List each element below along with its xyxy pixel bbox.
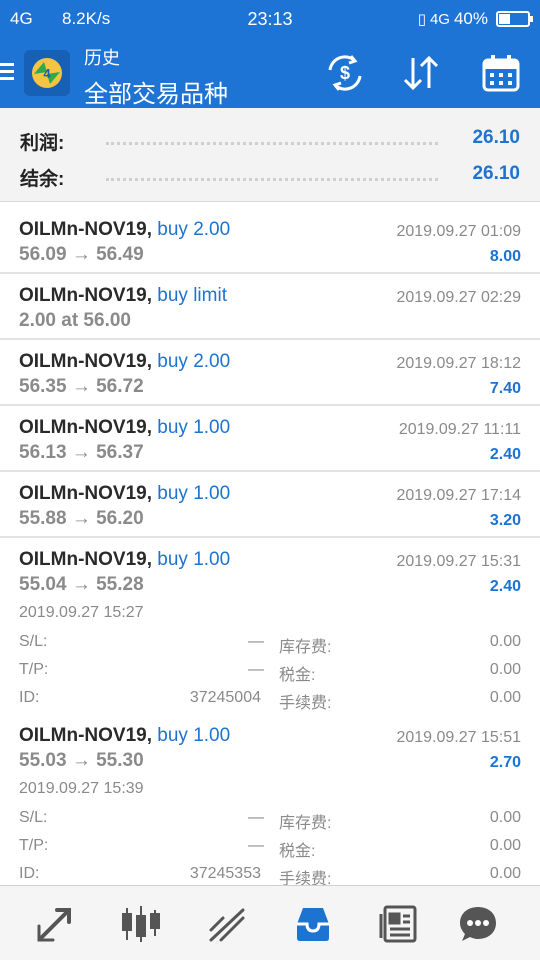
deal-symbol: OILMn-NOV19, [19, 417, 153, 438]
tax-value: 0.00 [489, 837, 521, 854]
deal-prices: 55.03 → 55.30 [19, 750, 144, 771]
svg-text:$: $ [340, 63, 350, 83]
sl-value: — [248, 633, 264, 650]
deal-type: buy 2.00 [157, 219, 231, 240]
deal-prices: 55.88 → 56.20 [19, 508, 144, 529]
fee-value: 0.00 [489, 689, 521, 706]
swap-value: 0.00 [489, 809, 521, 826]
deal-symbol: OILMn-NOV19, [19, 351, 153, 372]
deal-row[interactable]: OILMn-NOV19, buy 2.00 56.35 → 56.72 2019… [0, 340, 540, 406]
status-right: ▯ 4G 40% [417, 9, 533, 29]
tp-value: — [248, 661, 264, 678]
summary-panel: 利润: 26.10 结余: 26.10 [0, 108, 540, 202]
tax-label: 税金: [279, 667, 316, 684]
profit-value: 26.10 [472, 127, 520, 148]
sl-label: S/L: [19, 809, 48, 826]
tp-value: — [248, 837, 264, 854]
sl-label: S/L: [19, 633, 48, 650]
deal-profit: 3.20 [489, 512, 521, 529]
deal-row[interactable]: OILMn-NOV19, buy 1.00 56.13 → 56.37 2019… [0, 406, 540, 472]
deal-open-time: 2019.09.27 15:39 [19, 780, 144, 797]
header-title[interactable]: 全部交易品种 [84, 74, 228, 109]
header-subtitle: 历史 [84, 48, 120, 68]
chart-icon[interactable] [207, 904, 247, 944]
deal-symbol: OILMn-NOV19, [19, 483, 153, 504]
swap-label: 库存费: [279, 639, 332, 656]
network-indicator-2: 4G [429, 10, 450, 28]
deal-symbol: OILMn-NOV19, [19, 219, 153, 240]
app-logo[interactable]: 4 [24, 50, 70, 96]
balance-label: 结余: [20, 169, 65, 190]
deal-row[interactable]: OILMn-NOV19, buy 2.00 56.09 → 56.49 2019… [0, 208, 540, 274]
deal-type: buy 1.00 [157, 417, 231, 438]
tp-label: T/P: [19, 837, 49, 854]
symbol-filter-icon[interactable]: $ [324, 52, 366, 94]
dotted-leader [106, 178, 438, 181]
deal-time: 2019.09.27 17:14 [396, 487, 521, 504]
tax-value: 0.00 [489, 661, 521, 678]
profit-row: 利润: 26.10 [20, 126, 520, 156]
id-label: ID: [19, 865, 40, 882]
deal-symbol: OILMn-NOV19, [19, 285, 153, 306]
deal-prices: 55.04 → 55.28 [19, 574, 144, 595]
deal-profit: 2.40 [489, 446, 521, 463]
deal-type: buy 1.00 [157, 725, 231, 746]
deal-profit: 8.00 [489, 248, 521, 265]
id-label: ID: [19, 689, 40, 706]
deal-time: 2019.09.27 01:09 [396, 223, 521, 240]
vibrate-icon: ▯ [417, 11, 426, 28]
tp-label: T/P: [19, 661, 49, 678]
balance-value: 26.10 [472, 163, 520, 184]
swap-label: 库存费: [279, 815, 332, 832]
deal-time: 2019.09.27 18:12 [396, 355, 521, 372]
deal-row[interactable]: OILMn-NOV19, buy limit 2.00 at 56.00 201… [0, 274, 540, 340]
svg-text:4: 4 [43, 66, 51, 81]
deal-profit: 2.70 [489, 754, 521, 771]
deal-open-time: 2019.09.27 15:27 [19, 604, 144, 621]
battery-percent: 40% [453, 9, 488, 28]
deal-time: 2019.09.27 02:29 [396, 289, 521, 306]
quotes-chart-icon[interactable] [121, 904, 161, 944]
deal-row-expanded[interactable]: OILMn-NOV19, buy 1.00 55.04 → 55.28 2019… [0, 538, 540, 716]
deal-type: buy 2.00 [157, 351, 231, 372]
battery-icon [496, 11, 533, 27]
chat-icon[interactable] [458, 904, 498, 944]
swap-value: 0.00 [489, 633, 521, 650]
history-icon[interactable] [293, 904, 333, 944]
trade-icon[interactable] [35, 904, 75, 944]
status-bar: 4G 8.2K/s 23:13 ▯ 4G 40% [0, 0, 540, 36]
deal-time: 2019.09.27 15:51 [396, 729, 521, 746]
deal-prices: 56.35 → 56.72 [19, 376, 144, 397]
balance-row: 结余: 26.10 [20, 162, 520, 192]
id-value: 37245353 [189, 865, 261, 882]
app-bar: 4 历史 全部交易品种 $ [0, 36, 540, 108]
sort-icon[interactable] [400, 52, 442, 94]
menu-icon[interactable] [0, 63, 14, 81]
deal-profit: 2.40 [489, 578, 521, 595]
deal-prices: 56.09 → 56.49 [19, 244, 144, 265]
deal-type: buy 1.00 [157, 483, 231, 504]
fee-value: 0.00 [489, 865, 521, 882]
deal-type: buy limit [157, 285, 227, 306]
profit-label: 利润: [20, 133, 65, 154]
deal-symbol: OILMn-NOV19, [19, 549, 153, 570]
deal-prices: 56.13 → 56.37 [19, 442, 144, 463]
news-icon[interactable] [379, 904, 419, 944]
fee-label: 手续费: [279, 695, 332, 712]
dotted-leader [106, 142, 438, 145]
deal-prices: 2.00 at 56.00 [19, 310, 131, 331]
calendar-icon[interactable] [480, 52, 522, 94]
id-value: 37245004 [189, 689, 261, 706]
deal-profit: 7.40 [489, 380, 521, 397]
sl-value: — [248, 809, 264, 826]
deal-symbol: OILMn-NOV19, [19, 725, 153, 746]
deal-row-expanded[interactable]: OILMn-NOV19, buy 1.00 55.03 → 55.30 2019… [0, 714, 540, 888]
deal-time: 2019.09.27 15:31 [396, 553, 521, 570]
tax-label: 税金: [279, 843, 316, 860]
deal-time: 2019.09.27 11:11 [398, 421, 521, 438]
deal-row[interactable]: OILMn-NOV19, buy 1.00 55.88 → 56.20 2019… [0, 472, 540, 538]
deal-type: buy 1.00 [157, 549, 231, 570]
bottom-toolbar [0, 885, 540, 960]
